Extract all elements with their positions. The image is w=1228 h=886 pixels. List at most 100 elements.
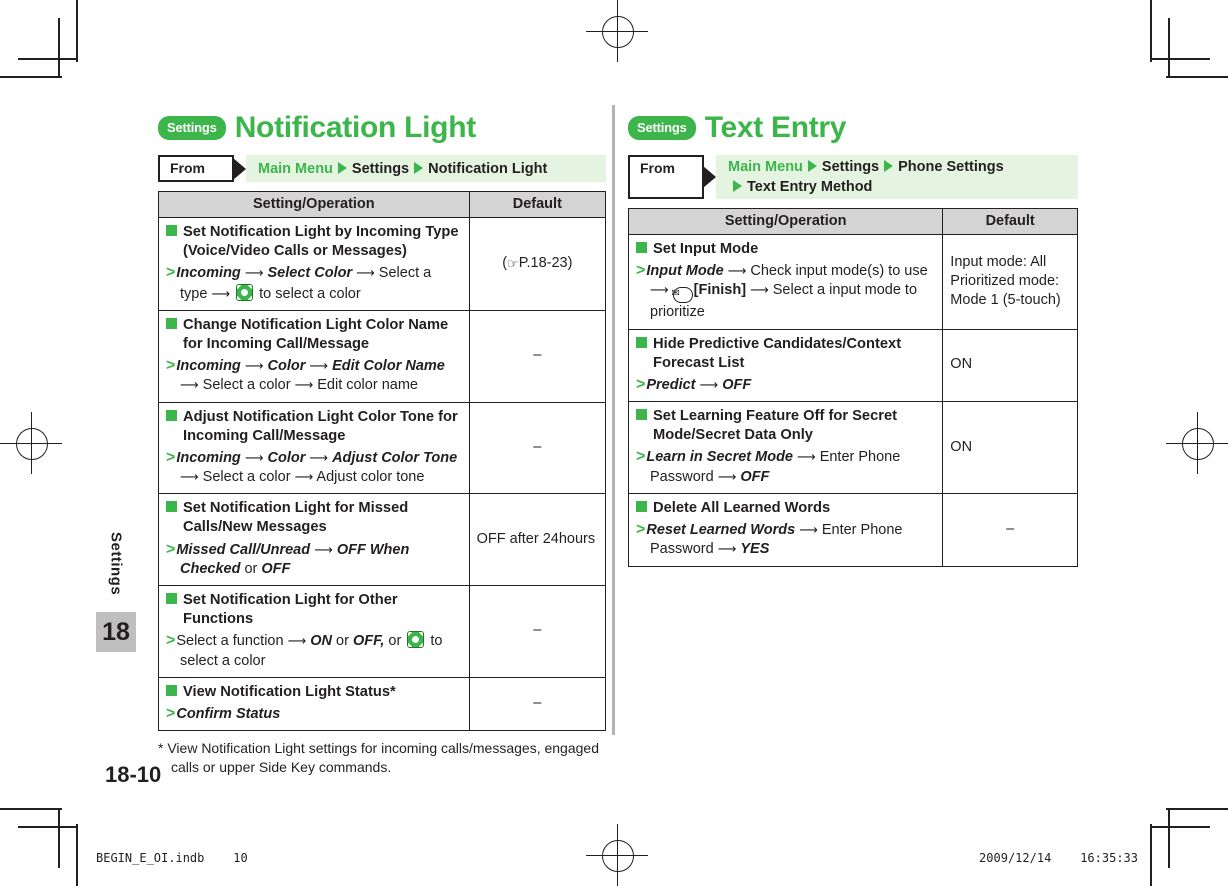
path-segment: Phone Settings (898, 159, 1004, 175)
operation-steps: >Missed Call/Unread ⟶ OFF When Checked o… (166, 540, 410, 577)
operation-steps: >Select a function ⟶ ON or OFF, or to se… (166, 630, 462, 671)
bullet-square-icon (166, 684, 177, 696)
setting-item-title: Hide Predictive Candidates/Context Forec… (636, 335, 935, 373)
default-value-cell: – (468, 401, 607, 495)
registration-crosshair-icon-top (586, 0, 648, 62)
default-value-cell: OFF after 24hours (468, 493, 607, 587)
setting-operation-cell: View Notification Light Status* >Confirm … (158, 676, 470, 732)
bullet-square-icon (636, 500, 647, 512)
footer-filename: BEGIN_E_OI.indb 10 (96, 851, 248, 865)
bullet-square-icon (636, 242, 647, 253)
operation-steps: >Incoming ⟶ Color ⟶ Adjust Color Tone ⟶ … (166, 448, 458, 486)
setting-operation-cell: Hide Predictive Candidates/Context Forec… (627, 328, 944, 403)
operation-steps: >Incoming ⟶ Select Color ⟶ Select a type… (166, 264, 432, 302)
bullet-square-icon (636, 336, 647, 348)
from-button: From (628, 155, 704, 199)
table-row: Set Notification Light by Incoming Type … (158, 217, 607, 311)
default-value-cell: – (942, 492, 1078, 567)
chapter-side-tab: Settings 18 (96, 520, 136, 652)
path-segment: Settings (821, 159, 880, 175)
path-arrow-icon (337, 161, 347, 174)
operation-steps: >Input Mode ⟶ Check input mode(s) to use… (636, 262, 928, 321)
table-row: Set Notification Light for Missed Calls/… (158, 493, 607, 587)
default-value-cell: ON (942, 401, 1078, 494)
chapter-number-badge: 18 (96, 612, 136, 652)
bullet-square-icon (166, 593, 177, 605)
setting-operation-cell: Set Learning Feature Off for Secret Mode… (627, 401, 944, 494)
setting-item-title: Set Notification Light for Other Functio… (166, 591, 462, 629)
registration-crosshair-icon-right (1166, 412, 1228, 474)
setting-item-title: View Notification Light Status* (166, 683, 462, 702)
print-footer: BEGIN_E_OI.indb 10 2009/12/14 16:35:33 (0, 840, 1228, 886)
setting-item-title: Set Notification Light for Missed Calls/… (166, 499, 462, 537)
col-header-default: Default (942, 208, 1078, 235)
right-section-heading: Settings Text Entry (628, 110, 1078, 146)
operation-steps: >Confirm Status (166, 705, 281, 723)
settings-badge: Settings (628, 116, 696, 140)
left-spec-table: Setting/Operation Default Set Notificati… (158, 191, 607, 732)
table-row: Set Input Mode >Input Mode ⟶ Check input … (627, 234, 1078, 330)
registration-crosshair-icon-left (0, 412, 62, 474)
chapter-name-vertical: Settings (107, 532, 125, 596)
col-header-setting-operation: Setting/Operation (627, 208, 944, 235)
path-arrow-icon (807, 160, 817, 172)
page-title: Text Entry (704, 111, 847, 144)
setting-operation-cell: Set Notification Light for Missed Calls/… (158, 493, 470, 587)
page-title: Notification Light (234, 111, 477, 144)
table-row: Hide Predictive Candidates/Context Forec… (627, 328, 1078, 403)
setting-operation-cell: Set Notification Light by Incoming Type … (158, 217, 470, 311)
settings-badge: Settings (158, 116, 226, 140)
default-value-cell: – (468, 676, 607, 732)
default-value-cell: ON (942, 328, 1078, 403)
table-header-row: Setting/Operation Default (158, 191, 607, 218)
right-spec-table: Setting/Operation Default Set Input Mode… (627, 208, 1078, 567)
path-segment: Notification Light (428, 160, 548, 177)
setting-operation-cell: Set Input Mode >Input Mode ⟶ Check input … (627, 234, 944, 330)
operation-steps: >Reset Learned Words ⟶ Enter Phone Passw… (636, 521, 903, 558)
right-from-bar: From Main Menu Settings Phone Settings Text… (628, 155, 1078, 199)
path-segment: Settings (351, 160, 410, 177)
navigation-path: Main Menu Settings Notification Light (246, 155, 606, 182)
default-value-cell: (☞P.18-23) (468, 217, 607, 311)
from-arrow-icon (233, 157, 246, 180)
table-row: Delete All Learned Words >Reset Learned W… (627, 492, 1078, 567)
right-column: Settings Text Entry From Main Menu Settin… (627, 110, 1078, 567)
col-header-default: Default (468, 191, 607, 218)
operation-steps: >Predict ⟶ OFF (636, 375, 752, 393)
bullet-square-icon (166, 317, 177, 329)
table-row: Set Learning Feature Off for Secret Mode… (627, 401, 1078, 494)
setting-item-title: Adjust Notification Light Color Tone for… (166, 408, 462, 446)
left-column: Settings Notification Light From Main Me… (158, 110, 607, 777)
path-arrow-icon (733, 180, 742, 192)
table-row: Adjust Notification Light Color Tone for… (158, 401, 607, 495)
setting-item-title: Change Notification Light Color Name for… (166, 316, 462, 354)
bullet-square-icon (166, 225, 177, 236)
default-value-cell: – (468, 309, 607, 403)
setting-item-title: Set Notification Light by Incoming Type … (166, 223, 462, 261)
manual-page: Settings 18 Settings Notification Light … (0, 0, 1228, 886)
path-segment: Main Menu (728, 159, 803, 175)
left-section-heading: Settings Notification Light (158, 110, 606, 146)
default-value-cell: – (468, 585, 607, 678)
setting-operation-cell: Adjust Notification Light Color Tone for… (158, 401, 470, 495)
footnote: * View Notification Light settings for i… (158, 740, 599, 776)
from-button: From (158, 155, 234, 182)
path-arrow-icon (414, 161, 424, 174)
setting-operation-cell: Delete All Learned Words >Reset Learned W… (627, 492, 944, 567)
bullet-square-icon (636, 409, 647, 421)
path-segment: Main Menu (258, 160, 333, 177)
col-header-setting-operation: Setting/Operation (158, 191, 470, 218)
setting-item-title: Delete All Learned Words (636, 499, 935, 518)
operation-steps: >Learn in Secret Mode ⟶ Enter Phone Pass… (636, 448, 901, 485)
table-row: Set Notification Light for Other Functio… (158, 585, 607, 678)
default-value-cell: Input mode: All Prioritized mode: Mode 1… (942, 234, 1078, 330)
operation-steps: >Incoming ⟶ Color ⟶ Edit Color Name ⟶ Se… (166, 357, 445, 394)
navigation-path: Main Menu Settings Phone Settings Text Entr… (716, 155, 1078, 199)
setting-operation-cell: Set Notification Light for Other Functio… (158, 585, 470, 678)
column-divider (612, 105, 615, 735)
bullet-square-icon (166, 501, 177, 513)
from-arrow-icon (703, 166, 716, 188)
left-from-bar: From Main Menu Settings Notification Light (158, 155, 606, 182)
table-row: Change Notification Light Color Name for… (158, 309, 607, 403)
setting-item-title: Set Learning Feature Off for Secret Mode… (636, 407, 935, 445)
